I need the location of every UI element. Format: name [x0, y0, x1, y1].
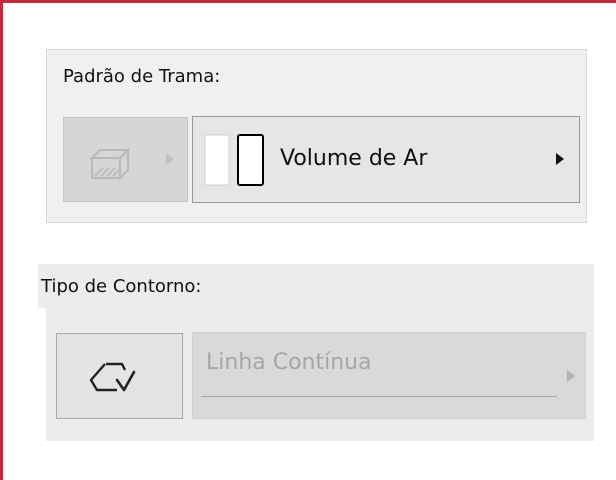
hatch-fill-icon	[89, 147, 131, 181]
outline-type-label-row: Tipo de Contorno:	[38, 264, 594, 308]
fill-pattern-panel: Padrão de Trama: Volume de Ar	[46, 49, 587, 223]
outline-line-value: Linha Contínua	[206, 350, 372, 375]
outline-check-icon	[89, 362, 136, 392]
outline-type-panel: Linha Contínua	[46, 308, 594, 441]
line-preview	[201, 396, 557, 397]
outline-type-label: Tipo de Contorno:	[41, 276, 202, 297]
outline-line-dropdown[interactable]: Linha Contínua	[192, 332, 586, 419]
fill-pattern-value: Volume de Ar	[280, 146, 428, 171]
outline-type-button[interactable]	[56, 333, 183, 419]
triangle-right-icon	[556, 153, 564, 165]
triangle-right-icon	[166, 153, 174, 165]
fill-swatch-button[interactable]	[63, 117, 188, 202]
fill-pattern-label: Padrão de Trama:	[63, 66, 221, 87]
fill-pattern-dropdown[interactable]: Volume de Ar	[192, 116, 580, 203]
triangle-right-icon	[567, 370, 575, 382]
fill-preview-icon	[204, 134, 264, 186]
